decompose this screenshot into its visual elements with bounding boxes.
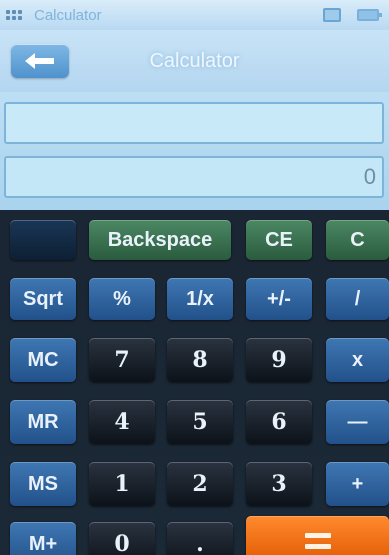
- page-title: Calculator: [149, 50, 240, 72]
- reciprocal-button[interactable]: 1/x: [167, 278, 233, 320]
- ce-button[interactable]: CE: [246, 220, 312, 260]
- digit-9-button[interactable]: 9: [246, 338, 312, 382]
- digit-0-button[interactable]: 0: [89, 522, 155, 555]
- calculator-screen: Calculator Calculator 0 Backspace CE C S…: [0, 0, 389, 555]
- digit-8-button[interactable]: 8: [167, 338, 233, 382]
- subtract-button[interactable]: —: [326, 400, 389, 444]
- mc-button[interactable]: MC: [10, 338, 76, 382]
- add-button[interactable]: +: [326, 462, 389, 506]
- digit-1-button[interactable]: 1: [89, 462, 155, 506]
- digit-6-button[interactable]: 6: [246, 400, 312, 444]
- equals-button[interactable]: [246, 516, 389, 555]
- mr-button[interactable]: MR: [10, 400, 76, 444]
- negate-button[interactable]: +/-: [246, 278, 312, 320]
- digit-2-button[interactable]: 2: [167, 462, 233, 506]
- memory-display: [4, 102, 384, 144]
- divide-button[interactable]: /: [326, 278, 389, 320]
- m-plus-button[interactable]: M+: [10, 522, 76, 555]
- digit-4-button[interactable]: 4: [89, 400, 155, 444]
- battery-icon: [357, 9, 382, 21]
- decimal-button[interactable]: .: [167, 522, 233, 555]
- blank-key[interactable]: [10, 220, 76, 260]
- digit-5-button[interactable]: 5: [167, 400, 233, 444]
- status-app-name: Calculator: [34, 6, 102, 24]
- sqrt-button[interactable]: Sqrt: [10, 278, 76, 320]
- c-button[interactable]: C: [326, 220, 389, 260]
- title-bar: Calculator: [0, 30, 389, 92]
- grid-icon: [6, 7, 26, 23]
- multiply-button[interactable]: x: [326, 338, 389, 382]
- status-indicators: [323, 8, 382, 22]
- equals-icon: [304, 533, 331, 549]
- display-area: 0: [0, 92, 389, 210]
- percent-button[interactable]: %: [89, 278, 155, 320]
- keypad: Backspace CE C Sqrt % 1/x +/- / MC 7 8 9…: [0, 210, 389, 555]
- digit-7-button[interactable]: 7: [89, 338, 155, 382]
- status-bar: Calculator: [0, 0, 389, 30]
- backspace-button[interactable]: Backspace: [89, 220, 231, 260]
- result-display: 0: [4, 156, 384, 198]
- digit-3-button[interactable]: 3: [246, 462, 312, 506]
- message-icon: [323, 8, 341, 22]
- ms-button[interactable]: MS: [10, 462, 76, 506]
